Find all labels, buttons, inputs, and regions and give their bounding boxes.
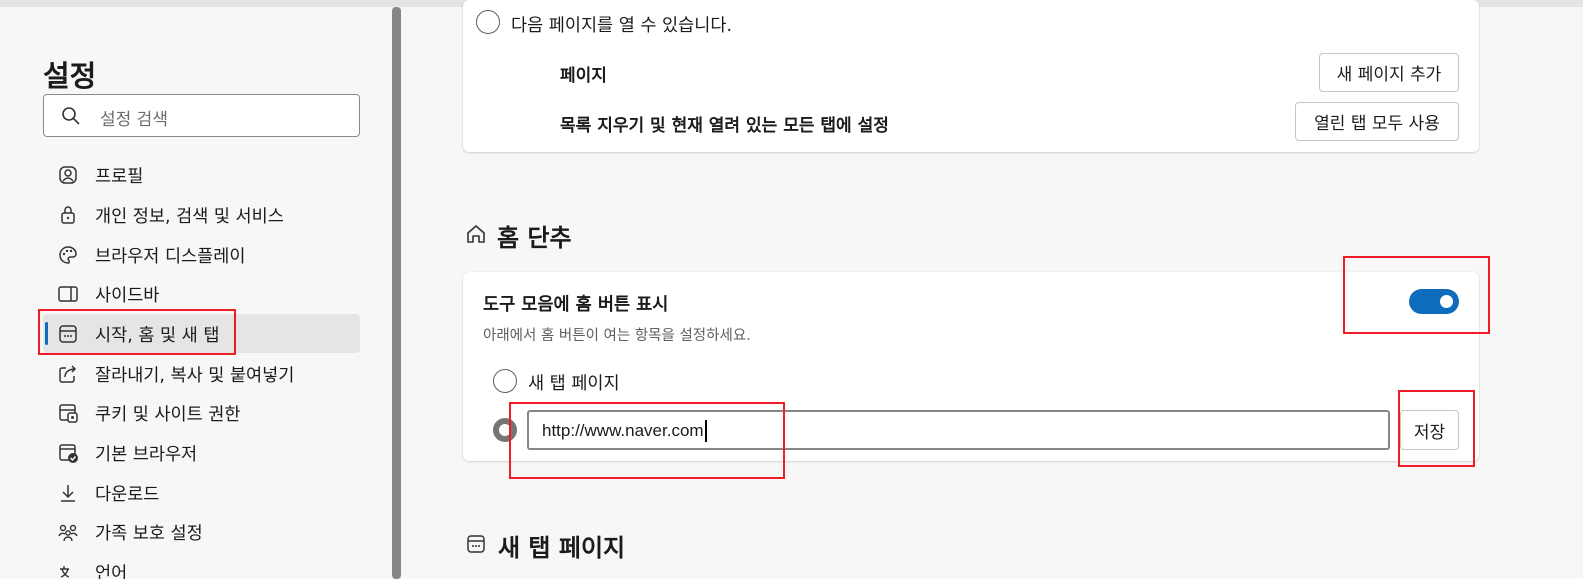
custom-url-radio[interactable] — [493, 418, 517, 442]
home-url-value: http://www.naver.com — [542, 421, 704, 440]
cookie-icon — [59, 404, 78, 423]
sidebar-item-cookies-permissions[interactable]: 쿠키 및 사이트 권한 — [43, 393, 360, 432]
sidebar-item-privacy[interactable]: 개인 정보, 검색 및 서비스 — [43, 195, 360, 234]
use-all-open-tabs-button[interactable]: 열린 탭 모두 사용 — [1295, 102, 1459, 141]
settings-search-input[interactable]: 설정 검색 — [43, 94, 360, 137]
sidebar-item-label: 다운로드 — [95, 485, 160, 505]
search-placeholder: 설정 검색 — [100, 110, 168, 130]
sidebar-item-family-safety[interactable]: 가족 보호 설정 — [43, 512, 360, 551]
add-new-page-button[interactable]: 새 페이지 추가 — [1319, 53, 1459, 92]
default-browser-icon — [59, 444, 78, 463]
show-home-button-toggle[interactable] — [1409, 289, 1459, 314]
home-icon — [467, 225, 485, 243]
palette-icon — [59, 246, 77, 264]
active-indicator — [45, 322, 48, 345]
new-tab-page-radio[interactable] — [493, 369, 517, 393]
start-home-icon — [59, 325, 77, 343]
sidebar-item-label: 프로필 — [95, 167, 144, 187]
sidebar-item-start-home-newtab[interactable]: 시작, 홈 및 새 탭 — [43, 314, 360, 353]
save-button[interactable]: 저장 — [1400, 410, 1459, 450]
sidebar-item-label: 가족 보호 설정 — [95, 524, 203, 544]
sidebar-icon — [58, 286, 78, 302]
sidebar-item-label: 쿠키 및 사이트 권한 — [95, 405, 241, 425]
new-tab-page-icon — [467, 535, 485, 553]
sidebar-item-label: 언어 — [95, 564, 128, 579]
sidebar-item-label: 사이드바 — [95, 286, 160, 306]
open-specific-pages-label: 다음 페이지를 열 수 있습니다. — [511, 16, 733, 36]
sidebar-item-label: 기본 브라우저 — [95, 445, 198, 465]
home-url-input[interactable]: http://www.naver.com — [527, 410, 1390, 450]
text-caret — [705, 420, 707, 442]
sidebar-item-share-copy-paste[interactable]: 잘라내기, 복사 및 붙여넣기 — [43, 354, 360, 393]
show-home-button-label: 도구 모음에 홈 버튼 표시 — [483, 295, 669, 315]
family-icon — [58, 524, 78, 542]
sidebar-item-label: 개인 정보, 검색 및 서비스 — [95, 207, 284, 227]
share-icon — [59, 365, 77, 383]
settings-title: 설정 — [43, 59, 97, 93]
clear-list-label: 목록 지우기 및 현재 열려 있는 모든 탭에 설정 — [560, 116, 889, 136]
language-icon — [60, 566, 70, 578]
profile-icon — [59, 166, 77, 184]
toggle-knob — [1440, 295, 1453, 308]
sidebar-item-label: 브라우저 디스플레이 — [95, 247, 246, 267]
show-home-button-description: 아래에서 홈 버튼이 여는 항목을 설정하세요. — [483, 328, 751, 344]
sidebar-item-default-browser[interactable]: 기본 브라우저 — [43, 433, 360, 472]
sidebar-item-languages[interactable]: 언어 — [43, 552, 360, 579]
open-specific-pages-radio[interactable] — [476, 10, 500, 34]
sidebar-item-label: 시작, 홈 및 새 탭 — [95, 326, 220, 346]
sidebar-item-label: 잘라내기, 복사 및 붙여넣기 — [95, 366, 295, 386]
sidebar-scrollbar-thumb[interactable] — [392, 7, 401, 579]
new-tab-page-label: 새 탭 페이지 — [528, 374, 620, 394]
new-tab-page-section-title: 새 탭 페이지 — [498, 534, 626, 562]
pages-label: 페이지 — [560, 66, 607, 86]
sidebar-item-profile[interactable]: 프로필 — [43, 155, 360, 194]
download-icon — [61, 485, 75, 502]
sidebar-item-sidebar[interactable]: 사이드바 — [43, 274, 360, 313]
lock-icon — [61, 206, 75, 224]
sidebar-item-appearance[interactable]: 브라우저 디스플레이 — [43, 235, 360, 274]
search-icon — [62, 107, 80, 125]
sidebar-item-downloads[interactable]: 다운로드 — [43, 473, 360, 512]
home-button-section-title: 홈 단추 — [497, 224, 572, 252]
